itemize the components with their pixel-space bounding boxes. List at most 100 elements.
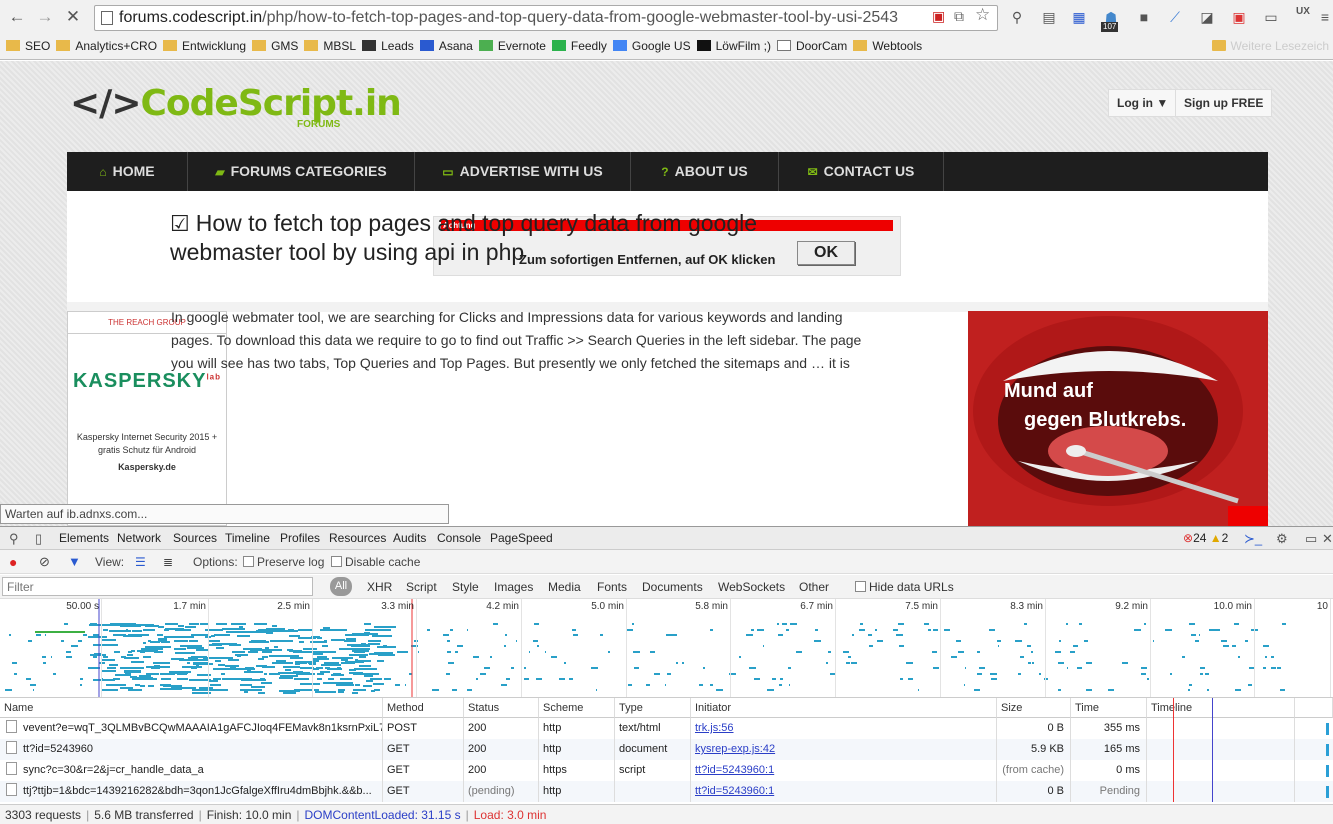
column-header-status[interactable]: Status [464,698,539,718]
menu-icon[interactable]: ≡ [1314,6,1333,28]
column-header-method[interactable]: Method [383,698,464,718]
tool-extension-icon[interactable]: ⟋ [1164,6,1186,28]
filter-all-button[interactable]: All [330,577,352,596]
table-row[interactable]: ttj?ttjb=1&bdc=1439216282&bdh=3qon1JcGfa… [0,781,1333,802]
dock-icon[interactable]: ▭ [1305,527,1317,550]
overview-mark [154,665,160,667]
hide-data-urls-checkbox[interactable]: Hide data URLs [855,575,954,599]
blocked-popup-icon[interactable]: ▣ [932,8,945,25]
record-icon[interactable]: ● [9,550,17,574]
filter-documents[interactable]: Documents [642,575,703,599]
bookmark-10[interactable]: LöwFilm ;) [696,35,771,57]
devtools-tab-pagespeed[interactable]: PageSpeed [490,527,553,550]
address-bar[interactable]: forums.codescript.in/php/how-to-fetch-to… [94,5,998,31]
close-icon[interactable]: ✕ [1322,527,1333,550]
column-header-initiator[interactable]: Initiator [691,698,997,718]
column-header-type[interactable]: Type [615,698,691,718]
error-warning-counts[interactable]: ⊗24 ▲2 [1183,527,1228,550]
overview-mark [1059,640,1061,642]
console-drawer-icon[interactable]: ≻_ [1244,527,1262,550]
filter-websockets[interactable]: WebSockets [718,575,785,599]
devtools-tab-resources[interactable]: Resources [329,527,386,550]
bookmark-5[interactable]: Leads [362,35,414,57]
filter-fonts[interactable]: Fonts [597,575,627,599]
cell-initiator[interactable]: tt?id=5243960:1 [691,781,997,802]
devtools-tab-sources[interactable]: Sources [173,527,217,550]
bookmark-3[interactable]: GMS [252,35,298,57]
nav-home[interactable]: ⌂ HOME [67,152,188,191]
bookmark-2[interactable]: Entwicklung [163,35,246,57]
filter-style[interactable]: Style [452,575,479,599]
site-logo[interactable]: </>CodeScript.in [70,83,402,124]
bookmark-1[interactable]: Analytics+CRO [56,35,157,57]
extension-icon[interactable]: ▤ [1038,6,1060,28]
nav-advertise-with-us[interactable]: ▭ ADVERTISE WITH US [415,152,631,191]
overview-icon[interactable]: ≣ [163,550,173,574]
red-extension-icon[interactable]: ▣ [1228,6,1250,28]
nav-contact-us[interactable]: ✉ CONTACT US [779,152,944,191]
filter-other[interactable]: Other [799,575,829,599]
cast-icon[interactable]: ▭ [1260,6,1282,28]
devtools-tab-console[interactable]: Console [437,527,481,550]
bookmark-0[interactable]: SEO [6,35,50,57]
clear-icon[interactable]: ⊘ [39,550,50,574]
inspect-icon[interactable]: ⚲ [9,527,19,550]
translate-icon[interactable]: ⧉ [954,8,964,25]
bookmark-6[interactable]: Asana [419,35,473,57]
table-row[interactable]: tt?id=5243960 GET 200 http document kysrep-ex… [0,739,1333,760]
nav-about-us[interactable]: ? ABOUT US [631,152,779,191]
bookmark-7[interactable]: Evernote [478,35,546,57]
filter-icon[interactable]: ▼ [68,550,81,574]
overview-mark [1263,645,1269,647]
cell-initiator[interactable]: trk.js:56 [691,718,997,739]
devtools-tab-network[interactable]: Network [117,527,161,550]
forward-arrow-icon[interactable]: → [34,6,56,28]
ux-extension-icon[interactable]: UX [1292,6,1314,28]
devtools-tab-elements[interactable]: Elements [59,527,109,550]
cell-initiator[interactable]: tt?id=5243960:1 [691,760,997,781]
column-header-time[interactable]: Time [1071,698,1147,718]
devtools-tab-audits[interactable]: Audits [393,527,426,550]
overview-mark [113,634,126,636]
signup-button[interactable]: Sign up FREE [1175,89,1273,117]
note-extension-icon[interactable]: ◪ [1196,6,1218,28]
calendar-extension-icon[interactable]: ▦ [1068,6,1090,28]
bookmark-4[interactable]: MBSL [304,35,356,57]
other-bookmarks[interactable]: Weitere Lesezeich [1211,35,1329,57]
filter-media[interactable]: Media [548,575,581,599]
cell-initiator[interactable]: kysrep-exp.js:42 [691,739,997,760]
filter-images[interactable]: Images [494,575,533,599]
stop-loading-icon[interactable]: ✕ [62,6,84,28]
preserve-log-checkbox[interactable]: Preserve log [243,550,324,574]
devtools-tab-profiles[interactable]: Profiles [280,527,320,550]
filter-xhr[interactable]: XHR [367,575,392,599]
large-rows-icon[interactable]: ☰ [135,550,146,574]
network-overview[interactable]: 50.00 s 1.7 min 2.5 min 3.3 min 4.2 min 5.0 m… [0,599,1333,698]
bookmark-star-icon[interactable]: ☆ [975,5,990,25]
search-extension-icon[interactable]: ⚲ [1006,6,1028,28]
table-row[interactable]: vevent?e=wqT_3QLMBvBCQwMAAAIA1gAFCJIoq4F… [0,718,1333,739]
back-arrow-icon[interactable]: ← [6,6,28,28]
disable-cache-checkbox[interactable]: Disable cache [331,550,420,574]
overview-mark [139,675,151,677]
lips-ad[interactable]: Mund auf gegen Blutkrebs. [968,311,1268,526]
device-mode-icon[interactable]: ▯ [35,527,42,550]
bookmark-8[interactable]: Feedly [551,35,607,57]
overview-mark [1122,662,1126,664]
settings-gear-icon[interactable]: ⚙ [1276,527,1288,550]
overview-mark [956,656,957,658]
bookmark-11[interactable]: DoorCam [776,35,847,57]
login-button[interactable]: Log in ▼ [1108,89,1178,117]
column-header-scheme[interactable]: Scheme [539,698,615,718]
bookmark-12[interactable]: Webtools [853,35,922,57]
nav-forums-categories[interactable]: ▰ FORUMS CATEGORIES [188,152,415,191]
table-row[interactable]: sync?c=30&r=2&j=cr_handle_data_a GET 200 ht… [0,760,1333,781]
filter-script[interactable]: Script [406,575,437,599]
column-header-name[interactable]: Name [0,698,383,718]
column-header-timeline[interactable]: Timeline [1147,698,1295,718]
devtools-tab-timeline[interactable]: Timeline [225,527,270,550]
bookmark-9[interactable]: Google US [612,35,691,57]
column-header-size[interactable]: Size [997,698,1071,718]
app-extension-icon[interactable]: ■ [1133,6,1155,28]
filter-input[interactable] [2,577,313,596]
